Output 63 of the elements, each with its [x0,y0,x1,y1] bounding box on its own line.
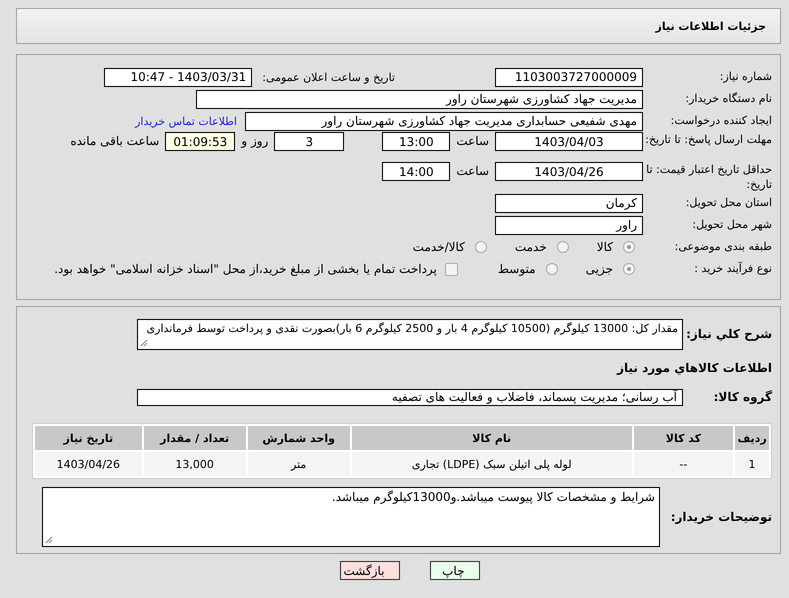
city-field: راور [495,216,643,234]
column-header: کد کالا [634,426,734,450]
back-button[interactable]: بازگشت [340,561,400,580]
column-header: تاریخ نیاز [35,426,142,450]
option-label: کالا/خدمت [412,240,465,254]
column-header: تعداد / مقدار [144,426,246,450]
field-label: نام دستگاه خریدار: [684,92,773,106]
column-header: نام کالا [352,426,632,450]
field-label: ایجاد کننده درخواست: [670,114,773,128]
validity-date-field: 1403/04/26 [495,162,643,181]
goods-group-field: آب رسانی؛ مدیریت پسماند، فاضلاب و فعالیت های تصفیه [137,388,683,406]
field-label: حداقل تاریخ اعتبار قیمت: تا تاریخ: [645,162,773,192]
deadline-time-field: 13:00 [382,132,450,151]
radio-button[interactable] [623,241,635,253]
table-cell: متر [248,452,350,476]
field-label: شرح کلي نياز: [685,327,773,341]
table-cell: لوله پلی اتیلن سبک (LDPE) تجاری [352,452,632,476]
validity-time-field: 14:00 [382,162,450,181]
field-label: شماره نیاز: [718,70,773,84]
time-label: ساعت [456,133,489,150]
field-label: مهلت ارسال پاسخ: تا تاریخ: [644,132,773,147]
field-label: استان محل تحویل: [684,196,773,210]
time-label: ساعت [456,163,489,180]
buyer-org-field: مدیریت جهاد کشاورزی شهرستان راور [196,90,643,108]
resize-grip-icon[interactable] [140,338,148,346]
print-button[interactable]: چاپ [430,561,480,580]
announce-date-field: 1403/03/31 - 10:47 [104,68,252,86]
description-field: مقدار کل: 13000 کیلوگرم (10500 کیلوگرم 4 بار و 2500 کیلوگرم 6 بار)بصورت نقدی و پرداخت توسط فرمانداری [137,318,683,350]
checkbox[interactable] [444,262,458,276]
need-number-field: 1103003727000009 [495,68,643,86]
table-cell: 1 [735,452,769,476]
table-cell: -- [634,452,734,476]
buyer-notes-field: شرایط و مشخصات کالا پیوست میباشد.و13000کیلوگرم میباشد. [42,487,660,547]
days-label: روز و [241,133,268,150]
option-label: جزیی [586,262,613,276]
contact-link[interactable]: اطلاعات تماس خریدار [135,114,237,128]
remaining-label: ساعت باقی مانده [70,133,160,150]
deadline-date-field: 1403/04/03 [495,132,643,151]
table-cell: 13,000 [144,452,246,476]
field-label: توضیحات خریدار: [670,510,773,524]
option-label: خدمت [514,240,547,254]
field-label: تاریخ و ساعت اعلان عمومی: [262,70,395,84]
table-cell: 1403/04/26 [35,452,142,476]
field-label: نوع فرآیند خرید : [693,262,773,276]
requester-field: مهدی شفیعی حسابداری مدیریت جهاد کشاورزی شهرستان راور [245,112,643,130]
radio-button[interactable] [474,241,487,253]
radio-button[interactable] [556,241,569,253]
option-label: کالا [596,240,613,254]
option-label: متوسط [498,262,536,276]
radio-button[interactable] [546,263,558,275]
checkbox-label: پرداخت تمام یا بخشی از مبلغ خرید،از محل "اسناد خزانه اسلامی" خواهد بود. [54,262,437,276]
column-header: واحد شمارش [248,426,350,450]
field-label: شهر محل تحویل: [691,218,773,232]
field-label: گروه کالا: [712,390,773,404]
remaining-time-field: 01:09:53 [165,132,236,151]
page-title: جزئیات اطلاعات نیاز [656,20,766,32]
section-title: اطلاعات کالاهاي مورد نياز [616,360,773,377]
resize-grip-icon[interactable] [45,536,53,544]
radio-button[interactable] [623,263,635,275]
province-field: کرمان [495,194,643,212]
days-field: 3 [274,132,344,151]
column-header: ردیف [735,426,769,450]
field-label: طبقه بندی موضوعی: [674,240,773,254]
